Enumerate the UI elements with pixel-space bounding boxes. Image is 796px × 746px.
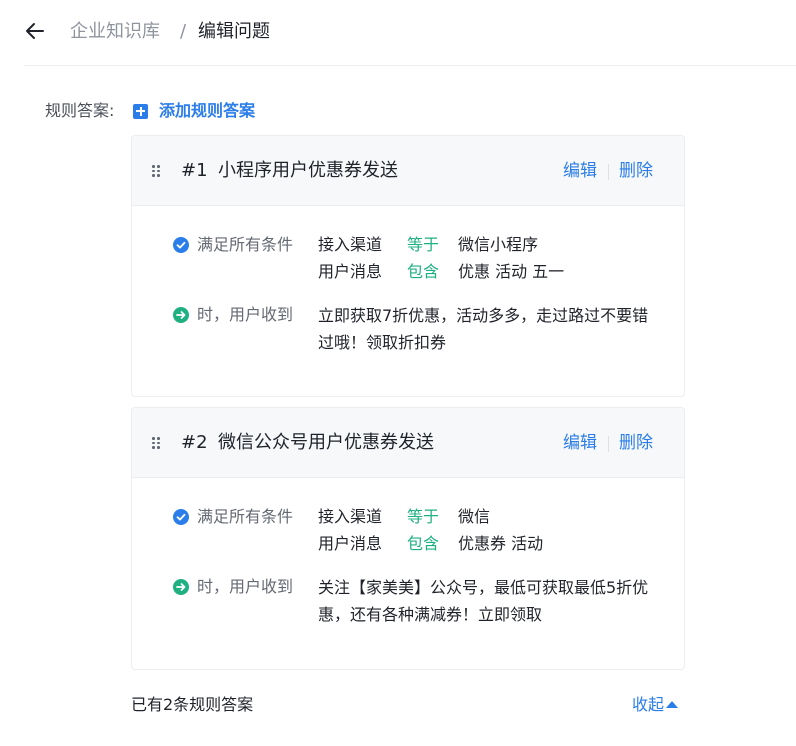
rule-card: #2 微信公众号用户优惠券发送 编辑 删除 满足所有条件 接入渠道 等于 微信 … (131, 407, 685, 670)
add-rule-answer-label: 添加规则答案 (159, 101, 256, 120)
delete-button[interactable]: 删除 (619, 432, 653, 454)
condition-field: 接入渠道 (318, 507, 383, 526)
edit-button[interactable]: 编辑 (563, 432, 597, 454)
add-rule-answer-button[interactable]: 添加规则答案 (133, 100, 255, 122)
condition-label: 满足所有条件 (197, 235, 294, 254)
condition-operator: 等于 (407, 235, 440, 254)
check-circle-icon (173, 237, 189, 253)
condition-value: 微信 (458, 507, 491, 526)
condition-value: 优惠 活动 五一 (458, 262, 565, 281)
header-divider (24, 65, 796, 66)
page-header: 企业知识库 / 编辑问题 (0, 0, 796, 66)
condition-value: 微信小程序 (458, 235, 539, 254)
condition-field: 用户消息 (318, 262, 383, 281)
arrow-right-circle-icon (173, 307, 189, 323)
rule-card-header: #1 小程序用户优惠券发送 编辑 删除 (132, 136, 684, 206)
breadcrumb-root[interactable]: 企业知识库 (70, 20, 160, 44)
reply-label: 时，用户收到 (197, 305, 294, 324)
condition-operator: 包含 (407, 262, 440, 281)
condition-value: 优惠券 活动 (458, 534, 544, 553)
drag-handle-icon[interactable] (152, 437, 162, 449)
rule-title: 小程序用户优惠券发送 (218, 160, 398, 181)
condition-label: 满足所有条件 (197, 507, 294, 526)
back-button[interactable] (22, 18, 48, 44)
rule-answers-label: 规则答案: (45, 101, 115, 120)
rule-count-text: 已有2条规则答案 (131, 695, 254, 714)
caret-up-icon (666, 700, 679, 708)
rule-card-header: #2 微信公众号用户优惠券发送 编辑 删除 (132, 408, 684, 478)
reply-text: 关注【家美美】公众号，最低可获取最低5折优惠，还有各种满减券！立即领取 (318, 578, 649, 624)
rule-number: #1 (181, 160, 208, 181)
action-divider (608, 436, 609, 452)
condition-field: 用户消息 (318, 534, 383, 553)
condition-field: 接入渠道 (318, 235, 383, 254)
check-circle-icon (173, 509, 189, 525)
arrow-right-circle-icon (173, 579, 189, 595)
collapse-button[interactable]: 收起 (632, 694, 679, 716)
rule-title: 微信公众号用户优惠券发送 (218, 432, 434, 453)
breadcrumb-separator: / (180, 21, 187, 42)
page-title: 编辑问题 (198, 21, 270, 42)
condition-operator: 等于 (407, 507, 440, 526)
collapse-label: 收起 (632, 695, 665, 714)
reply-text: 立即获取7折优惠，活动多多，走过路过不要错过哦！领取折扣券 (318, 306, 649, 352)
delete-button[interactable]: 删除 (619, 160, 653, 182)
plus-square-icon (133, 103, 148, 119)
rule-card: #1 小程序用户优惠券发送 编辑 删除 满足所有条件 接入渠道 等于 微信小程序… (131, 135, 685, 397)
edit-button[interactable]: 编辑 (563, 160, 597, 182)
drag-handle-icon[interactable] (152, 165, 162, 177)
action-divider (608, 164, 609, 180)
reply-label: 时，用户收到 (197, 577, 294, 596)
rule-number: #2 (181, 432, 208, 453)
arrow-left-icon (26, 23, 44, 39)
condition-operator: 包含 (407, 534, 440, 553)
